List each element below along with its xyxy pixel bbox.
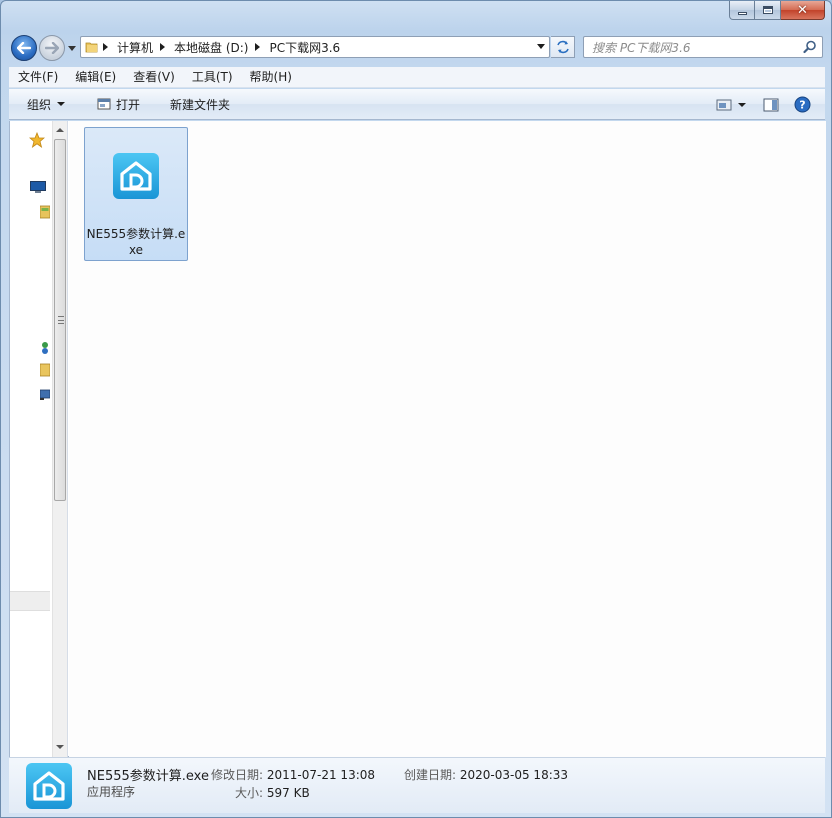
new-folder-label: 新建文件夹 <box>170 97 231 112</box>
view-options-icon <box>716 99 732 110</box>
details-modified: 修改日期: 2011-07-21 13:08 <box>211 766 375 783</box>
content-area: NE555参数计算.exe <box>9 121 826 757</box>
close-button[interactable]: ✕ <box>781 1 825 20</box>
preview-pane-button[interactable] <box>754 93 788 117</box>
app-d-house-icon <box>113 153 159 199</box>
nav-pane-scrollbar[interactable] <box>52 121 67 757</box>
breadcrumb-computer[interactable]: 计算机 <box>114 37 156 57</box>
star-icon[interactable] <box>29 132 45 148</box>
menu-tools[interactable]: 工具(T) <box>183 67 241 88</box>
size-label: 大小: <box>235 786 264 800</box>
menu-help[interactable]: 帮助(H) <box>241 67 300 88</box>
help-icon: ? <box>794 96 811 113</box>
folder-icon <box>85 42 98 53</box>
homegroup-icon[interactable] <box>40 341 50 355</box>
forward-button[interactable] <box>39 35 65 61</box>
preview-pane-icon <box>763 98 779 111</box>
scroll-up-icon[interactable] <box>56 128 64 132</box>
details-pane: NE555参数计算.exe 应用程序 修改日期: 2011-07-21 13:0… <box>9 757 825 813</box>
more-views-dropdown[interactable] <box>736 93 754 117</box>
modified-value: 2011-07-21 13:08 <box>266 768 376 782</box>
recent-pages-dropdown[interactable] <box>67 42 77 54</box>
menu-view[interactable]: 查看(V) <box>124 67 183 88</box>
computer-folder-icon[interactable] <box>40 363 50 377</box>
file-list[interactable]: NE555参数计算.exe <box>69 121 826 757</box>
breadcrumb-current-folder[interactable]: PC下载网3.6 <box>266 37 343 57</box>
open-app-icon <box>97 98 111 110</box>
command-bar-right: ? <box>712 89 825 120</box>
breadcrumb-drive-d[interactable]: 本地磁盘 (D:) <box>171 37 251 57</box>
created-value: 2020-03-05 18:33 <box>459 768 569 782</box>
details-size: 大小: 597 KB <box>235 784 310 801</box>
network-icon[interactable] <box>40 387 50 401</box>
chevron-down-icon <box>68 45 76 51</box>
desktop-icon[interactable] <box>30 181 46 193</box>
back-button[interactable] <box>11 35 37 61</box>
created-label: 创建日期: <box>404 768 457 782</box>
new-folder-button[interactable]: 新建文件夹 <box>161 92 239 116</box>
address-bar[interactable]: 计算机 本地磁盘 (D:) PC下载网3.6 <box>80 36 550 58</box>
library-icon[interactable] <box>40 205 50 219</box>
nav-pane-section-divider <box>10 591 50 611</box>
chevron-down-icon <box>738 102 746 107</box>
details-file-type: 应用程序 <box>87 785 136 799</box>
command-bar: 组织 打开 新建文件夹 ? <box>9 89 825 120</box>
search-input[interactable]: 搜索 PC下载网3.6 <box>583 36 823 58</box>
menu-edit[interactable]: 编辑(E) <box>66 67 124 88</box>
file-name-label: NE555参数计算.exe <box>86 227 186 257</box>
navigation-pane <box>10 121 68 757</box>
menu-file[interactable]: 文件(F) <box>9 67 66 88</box>
size-value: 597 KB <box>266 786 310 800</box>
breadcrumb-separator[interactable] <box>160 43 166 51</box>
close-icon: ✕ <box>797 2 808 18</box>
maximize-icon <box>762 6 773 14</box>
open-label: 打开 <box>116 97 141 112</box>
grip-icon <box>58 316 64 324</box>
search-icon[interactable] <box>803 40 817 54</box>
refresh-button[interactable] <box>551 36 575 58</box>
maximize-button[interactable] <box>755 1 781 20</box>
refresh-icon <box>556 40 569 54</box>
organize-button[interactable]: 组织 <box>18 92 74 116</box>
explorer-window: ✕ 计算机 本地磁盘 (D:) PC下载网3.6 搜索 PC下载网3.6 文件(… <box>0 0 832 818</box>
caption-buttons: ✕ <box>729 1 825 21</box>
address-history-dropdown[interactable] <box>537 44 545 49</box>
search-placeholder: 搜索 PC下载网3.6 <box>592 40 691 55</box>
arrow-right-icon <box>45 42 59 54</box>
menu-bar: 文件(F) 编辑(E) 查看(V) 工具(T) 帮助(H) <box>9 67 825 88</box>
scroll-down-icon[interactable] <box>56 745 64 749</box>
app-d-house-icon <box>26 763 72 809</box>
arrow-left-icon <box>17 42 31 54</box>
file-item-ne555[interactable]: NE555参数计算.exe <box>84 127 188 261</box>
details-created: 创建日期: 2020-03-05 18:33 <box>404 766 568 783</box>
breadcrumb-separator[interactable] <box>255 43 261 51</box>
help-button[interactable]: ? <box>788 93 825 117</box>
modified-label: 修改日期: <box>211 768 264 782</box>
details-file-name: NE555参数计算.exe <box>87 769 209 784</box>
scrollbar-thumb[interactable] <box>54 139 66 501</box>
change-view-button[interactable] <box>712 93 736 117</box>
open-button[interactable]: 打开 <box>88 92 149 116</box>
minimize-button[interactable] <box>729 1 755 20</box>
minimize-icon <box>737 11 747 15</box>
svg-text:?: ? <box>799 99 805 112</box>
breadcrumb-separator[interactable] <box>103 43 108 51</box>
chevron-down-icon <box>57 102 66 106</box>
organize-label: 组织 <box>27 97 52 112</box>
